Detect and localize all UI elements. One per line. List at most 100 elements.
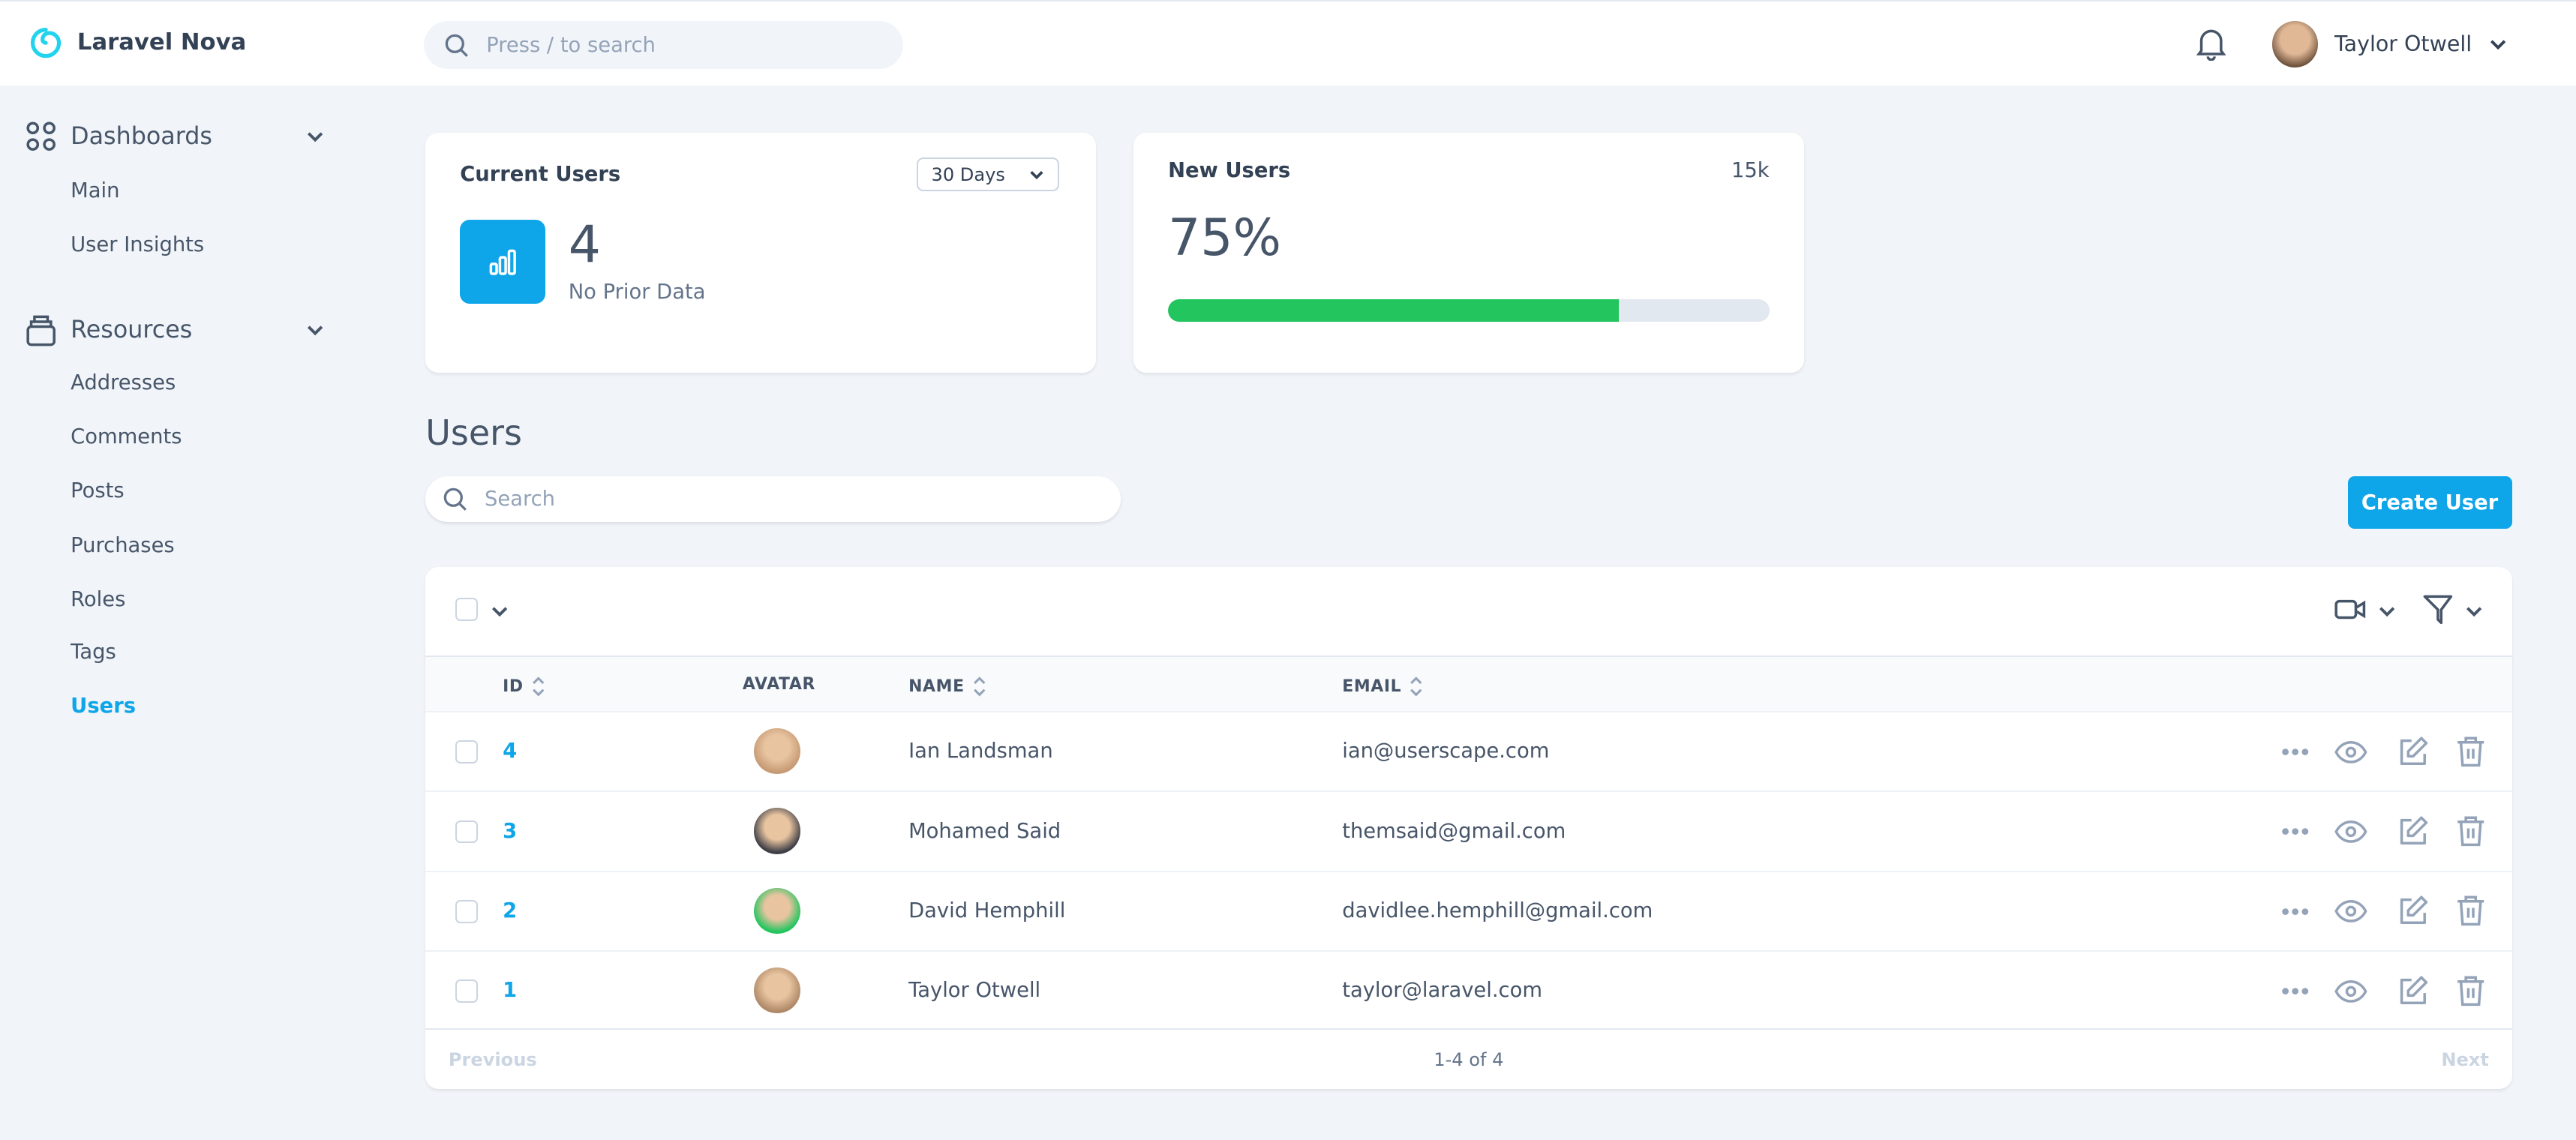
more-icon[interactable] [2280, 747, 2310, 757]
metric-value: 4 [569, 215, 601, 274]
chevron-down-icon [2488, 34, 2508, 54]
more-icon[interactable] [2280, 907, 2310, 916]
user-name: David Hemphill [908, 899, 1065, 922]
sidebar-section-label: Dashboards [71, 123, 212, 150]
column-header-name[interactable]: NAME [908, 675, 986, 698]
eye-icon[interactable] [2334, 975, 2367, 1008]
user-email: themsaid@gmail.com [1342, 820, 1566, 843]
column-header-email[interactable]: EMAIL [1342, 675, 1423, 698]
more-icon[interactable] [2280, 986, 2310, 996]
sidebar-item-user-insights[interactable]: User Insights [71, 233, 204, 256]
range-value: 30 Days [932, 164, 1005, 185]
resource-search-input[interactable]: Search [425, 476, 1120, 522]
sort-icon [973, 675, 986, 698]
user-email: davidlee.hemphill@gmail.com [1342, 899, 1653, 922]
chevron-down-icon[interactable] [2464, 602, 2484, 621]
sidebar-section-label: Resources [71, 316, 192, 344]
column-header-avatar: AVATAR [743, 675, 815, 694]
user-id[interactable]: 3 [503, 820, 517, 843]
new-users-card: New Users 15k 75% [1133, 133, 1804, 373]
global-search-placeholder: Press / to search [486, 34, 656, 57]
card-title: New Users [1168, 159, 1290, 182]
app-logo[interactable]: Laravel Nova [28, 25, 246, 61]
user-avatar [754, 888, 800, 934]
row-checkbox[interactable] [455, 740, 479, 764]
user-email: ian@userscape.com [1342, 740, 1549, 763]
sort-icon [1410, 675, 1423, 698]
search-icon [442, 486, 468, 512]
table-row[interactable]: 2 David Hemphill davidlee.hemphill@gmail… [425, 871, 2511, 950]
edit-icon[interactable] [2397, 815, 2430, 848]
resources-icon [26, 314, 56, 346]
page-title: Users [425, 412, 522, 453]
range-select[interactable]: 30 Days [917, 158, 1059, 191]
sidebar-item-addresses[interactable]: Addresses [71, 371, 176, 394]
user-id[interactable]: 2 [503, 899, 517, 922]
trash-icon[interactable] [2456, 895, 2485, 928]
chevron-down-icon [305, 320, 325, 340]
create-user-button[interactable]: Create User [2348, 476, 2512, 529]
chevron-down-icon[interactable] [2377, 602, 2397, 621]
sidebar-section-dashboards[interactable]: Dashboards [26, 122, 326, 151]
select-all-checkbox[interactable] [455, 598, 479, 621]
user-email: taylor@laravel.com [1342, 979, 1542, 1002]
more-icon[interactable] [2280, 826, 2310, 836]
user-avatar [754, 968, 800, 1013]
table-row[interactable]: 4 Ian Landsman ian@userscape.com [425, 711, 2511, 790]
table-header: ID AVATAR NAME EMAIL [425, 656, 2511, 711]
table-row[interactable]: 3 Mohamed Said themsaid@gmail.com [425, 790, 2511, 869]
table-row[interactable]: 1 Taylor Otwell taylor@laravel.com [425, 950, 2511, 1029]
sidebar-item-main[interactable]: Main [71, 179, 119, 202]
trash-icon[interactable] [2456, 975, 2485, 1008]
next-button[interactable]: Next [2441, 1049, 2489, 1070]
sidebar-item-users[interactable]: Users [71, 694, 136, 718]
search-placeholder: Search [485, 488, 555, 511]
user-avatar [754, 808, 800, 854]
user-avatar [2272, 21, 2318, 67]
eye-icon[interactable] [2334, 895, 2367, 928]
edit-icon[interactable] [2397, 975, 2430, 1008]
edit-icon[interactable] [2397, 895, 2430, 928]
current-users-card: Current Users 30 Days 4 No Prior Data [425, 133, 1096, 373]
row-checkbox[interactable] [455, 900, 479, 923]
trash-icon[interactable] [2456, 815, 2485, 848]
nova-logo-icon [28, 25, 64, 61]
bell-icon[interactable] [2196, 28, 2226, 61]
lens-icon[interactable] [2334, 596, 2367, 622]
user-menu[interactable]: Taylor Otwell [2272, 21, 2508, 67]
chevron-down-icon [305, 127, 325, 146]
user-avatar [754, 728, 800, 774]
eye-icon[interactable] [2334, 815, 2367, 848]
app-name: Laravel Nova [77, 29, 246, 56]
progress-fill [1168, 299, 1619, 322]
top-header: Laravel Nova Press / to search Taylor Ot… [0, 0, 2576, 86]
user-name: Ian Landsman [908, 740, 1053, 763]
trash-icon[interactable] [2456, 736, 2485, 769]
sidebar-item-roles[interactable]: Roles [71, 588, 125, 611]
sidebar-section-resources[interactable]: Resources [26, 314, 326, 346]
users-table: ID AVATAR NAME EMAIL 4 Ian Landsman ian@… [425, 567, 2511, 1089]
row-checkbox[interactable] [455, 820, 479, 844]
edit-icon[interactable] [2397, 736, 2430, 769]
user-id[interactable]: 1 [503, 979, 517, 1002]
user-name: Taylor Otwell [908, 979, 1040, 1002]
eye-icon[interactable] [2334, 736, 2367, 769]
sort-icon [532, 675, 545, 698]
user-name: Mohamed Said [908, 820, 1061, 843]
column-header-id[interactable]: ID [503, 675, 545, 698]
progress-value: 75% [1168, 208, 1281, 268]
chevron-down-icon[interactable] [490, 602, 509, 621]
sidebar-item-comments[interactable]: Comments [71, 425, 182, 448]
pagination-summary: 1-4 of 4 [425, 1049, 2511, 1070]
target-value: 15k [1731, 159, 1770, 182]
sidebar-item-posts[interactable]: Posts [71, 479, 125, 502]
metric-note: No Prior Data [569, 280, 706, 304]
sidebar-item-tags[interactable]: Tags [71, 640, 116, 664]
filter-icon[interactable] [2421, 593, 2454, 626]
dashboards-icon [26, 122, 56, 151]
row-checkbox[interactable] [455, 980, 479, 1003]
card-title: Current Users [460, 163, 620, 186]
user-id[interactable]: 4 [503, 740, 517, 763]
global-search-input[interactable]: Press / to search [424, 21, 903, 69]
sidebar-item-purchases[interactable]: Purchases [71, 534, 175, 557]
